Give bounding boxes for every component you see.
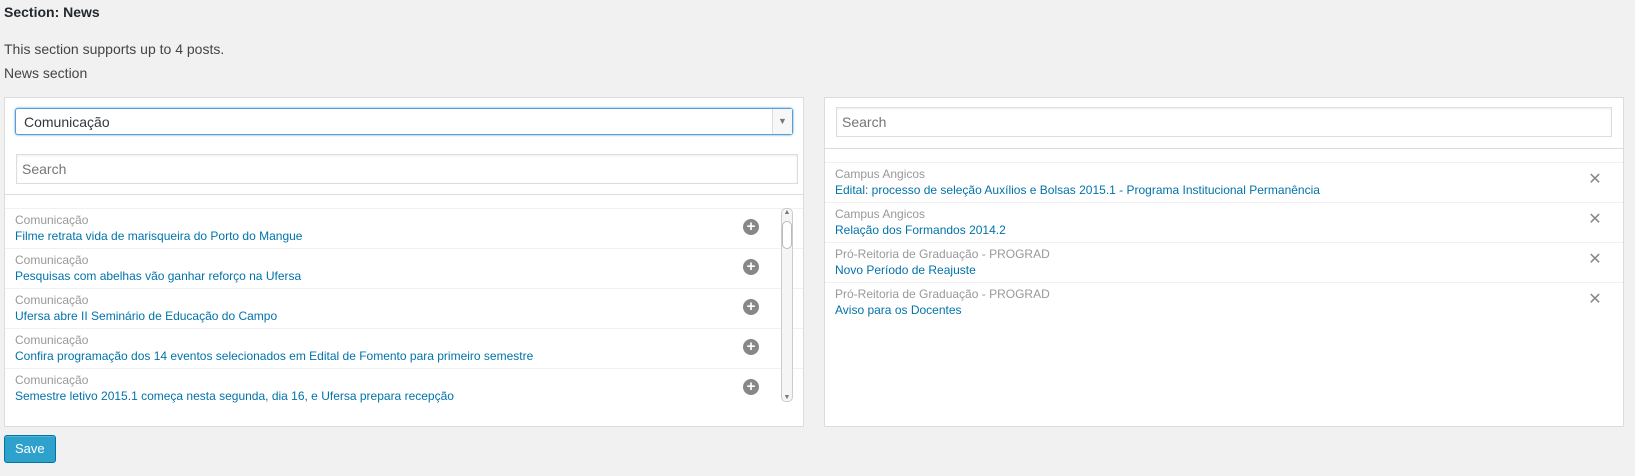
category-select[interactable]: Comunicação ▼ [15,108,793,135]
post-title-link[interactable]: Confira programação dos 14 eventos selec… [15,349,533,363]
close-x-icon[interactable]: ✕ [1587,172,1603,188]
post-title-link[interactable]: Novo Período de Reajuste [835,263,976,277]
available-posts-list: Comunicação Filme retrata vida de marisq… [5,208,803,413]
post-category: Comunicação [15,213,89,227]
section-subhead: News section [4,65,88,81]
post-category: Comunicação [15,253,89,267]
divider [825,148,1623,149]
close-x-icon[interactable]: ✕ [1587,212,1603,228]
post-category: Comunicação [15,373,89,387]
list-scrollbar[interactable]: ▲ ▼ [781,208,793,402]
list-item[interactable]: Pró-Reitoria de Graduação - PROGRAD Novo… [825,242,1623,282]
plus-circle-icon[interactable]: + [743,259,759,275]
scroll-up-icon[interactable]: ▲ [782,209,792,216]
post-category: Campus Angicos [835,167,926,181]
divider [5,194,803,195]
available-posts-panel: Comunicação ▼ Comunicação Filme retrata … [4,97,804,427]
post-title-link[interactable]: Aviso para os Docentes [835,303,962,317]
list-item[interactable]: Comunicação Semestre letivo 2015.1 começ… [5,368,803,408]
close-x-icon[interactable]: ✕ [1587,292,1603,308]
post-category: Campus Angicos [835,207,926,221]
post-title-link[interactable]: Filme retrata vida de marisqueira do Por… [15,229,302,243]
list-item[interactable]: Comunicação Filme retrata vida de marisq… [5,208,803,248]
scroll-down-icon[interactable]: ▼ [782,394,792,401]
available-search-input[interactable] [16,154,798,184]
section-intro: This section supports up to 4 posts. [4,41,225,57]
plus-circle-icon[interactable]: + [743,379,759,395]
list-item[interactable]: Comunicação Ufersa abre II Seminário de … [5,288,803,328]
post-category: Comunicação [15,293,89,307]
list-item[interactable]: Comunicação Pesquisas com abelhas vão ga… [5,248,803,288]
category-select-value: Comunicação [24,114,110,130]
list-item[interactable]: Campus Angicos Edital: processo de seleç… [825,162,1623,202]
post-category: Comunicação [15,333,89,347]
post-title-link[interactable]: Pesquisas com abelhas vão ganhar reforço… [15,269,301,283]
post-category: Pró-Reitoria de Graduação - PROGRAD [835,247,1050,261]
plus-circle-icon[interactable]: + [743,219,759,235]
selected-posts-list: Campus Angicos Edital: processo de seleç… [825,162,1623,332]
post-category: Pró-Reitoria de Graduação - PROGRAD [835,287,1050,301]
scrollbar-thumb[interactable] [782,221,792,249]
list-item[interactable]: Campus Angicos Relação dos Formandos 201… [825,202,1623,242]
plus-circle-icon[interactable]: + [743,339,759,355]
chevron-down-icon[interactable]: ▼ [772,109,792,134]
save-button[interactable]: Save [4,435,56,463]
close-x-icon[interactable]: ✕ [1587,252,1603,268]
post-title-link[interactable]: Relação dos Formandos 2014.2 [835,223,1006,237]
post-title-link[interactable]: Edital: processo de seleção Auxílios e B… [835,183,1320,197]
plus-circle-icon[interactable]: + [743,299,759,315]
list-item[interactable]: Pró-Reitoria de Graduação - PROGRAD Avis… [825,282,1623,322]
selected-search-input[interactable] [836,107,1612,137]
post-title-link[interactable]: Semestre letivo 2015.1 começa nesta segu… [15,389,454,403]
selected-posts-panel: Campus Angicos Edital: processo de seleç… [824,97,1624,427]
list-item[interactable]: Comunicação Confira programação dos 14 e… [5,328,803,368]
section-title: Section: News [4,4,100,20]
post-title-link[interactable]: Ufersa abre II Seminário de Educação do … [15,309,277,323]
